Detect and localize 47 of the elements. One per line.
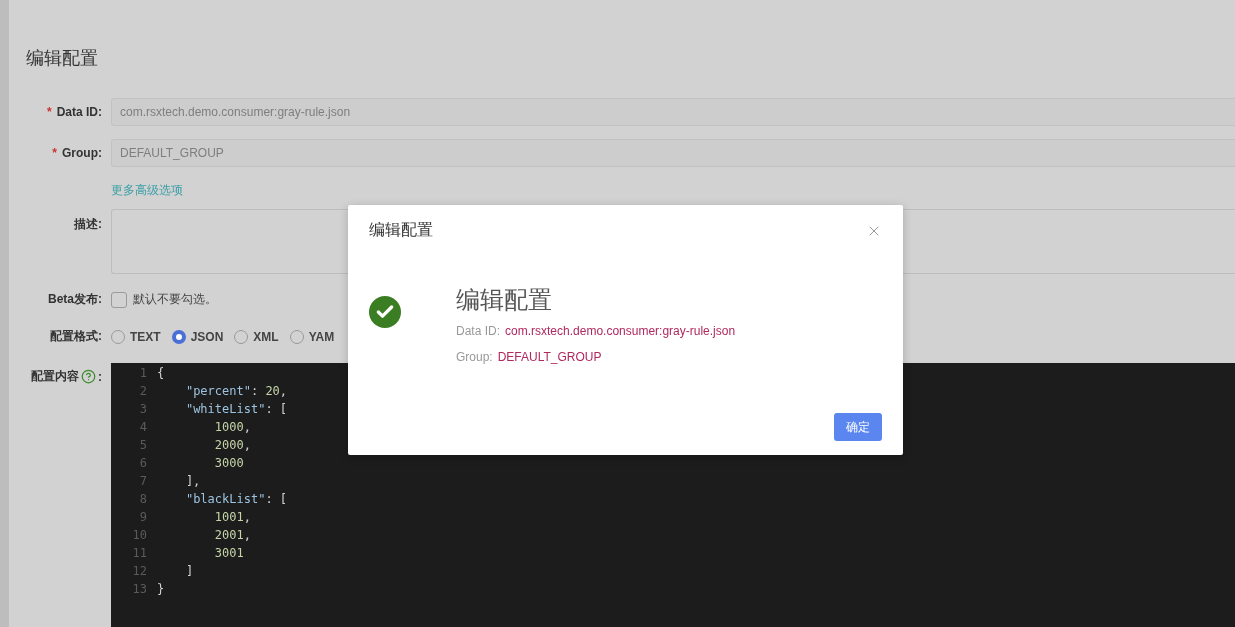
line-number: 5 <box>138 438 148 452</box>
line-number: 10 <box>131 528 148 542</box>
dialog-heading: 编辑配置 <box>456 285 553 315</box>
line-number: 12 <box>131 564 148 578</box>
line-number: 2 <box>138 384 148 398</box>
field-label: Data ID: <box>56 105 102 119</box>
line-number: 4 <box>138 420 148 434</box>
field-label: Group: <box>62 146 102 160</box>
radio-label: JSON <box>190 329 224 344</box>
field-label: 描述: <box>73 216 102 233</box>
line-number: 1 <box>138 366 148 380</box>
radio-label: TEXT <box>130 329 161 344</box>
field-label: Beta发布: <box>47 291 102 308</box>
radio-label: XML <box>253 329 279 344</box>
line-number: 3 <box>138 402 148 416</box>
line-number: 11 <box>131 546 148 560</box>
line-number: 13 <box>131 582 148 596</box>
required-mark: * <box>52 146 57 160</box>
line-number: 6 <box>138 456 148 470</box>
code-line: 2001, <box>213 528 251 542</box>
code-line: "blackList": [ <box>184 492 288 506</box>
code-line: ], <box>184 474 201 488</box>
code-line: 3000 <box>213 456 244 470</box>
checkbox-label: 默认不要勾选。 <box>133 291 217 308</box>
dialog-title: 编辑配置 <box>369 220 433 240</box>
code-line: ] <box>184 564 194 578</box>
line-number: 9 <box>138 510 148 524</box>
field-label: 配置格式: <box>49 328 102 345</box>
detail-value: com.rsxtech.demo.consumer:gray-rule.json <box>505 324 736 338</box>
code-line: 2000, <box>213 438 251 452</box>
detail-label: Data ID: <box>456 324 500 338</box>
detail-value: DEFAULT_GROUP <box>497 350 602 364</box>
radio-label: YAM <box>308 329 335 344</box>
field-label: 配置内容 <box>31 368 79 385</box>
code-line: 1001, <box>213 510 251 524</box>
code-line: } <box>157 582 165 596</box>
code-line: 3001 <box>213 546 244 560</box>
code-line: { <box>157 366 165 380</box>
required-mark: * <box>47 105 52 119</box>
line-number: 7 <box>138 474 148 488</box>
page-title: 编辑配置 <box>26 47 99 70</box>
code-line: "percent": 20, <box>184 384 288 398</box>
label-colon: : <box>98 369 102 384</box>
detail-label: Group: <box>456 350 493 364</box>
code-line: 1000, <box>213 420 251 434</box>
code-line: "whiteList": [ <box>184 402 288 416</box>
line-number: 8 <box>138 492 148 506</box>
